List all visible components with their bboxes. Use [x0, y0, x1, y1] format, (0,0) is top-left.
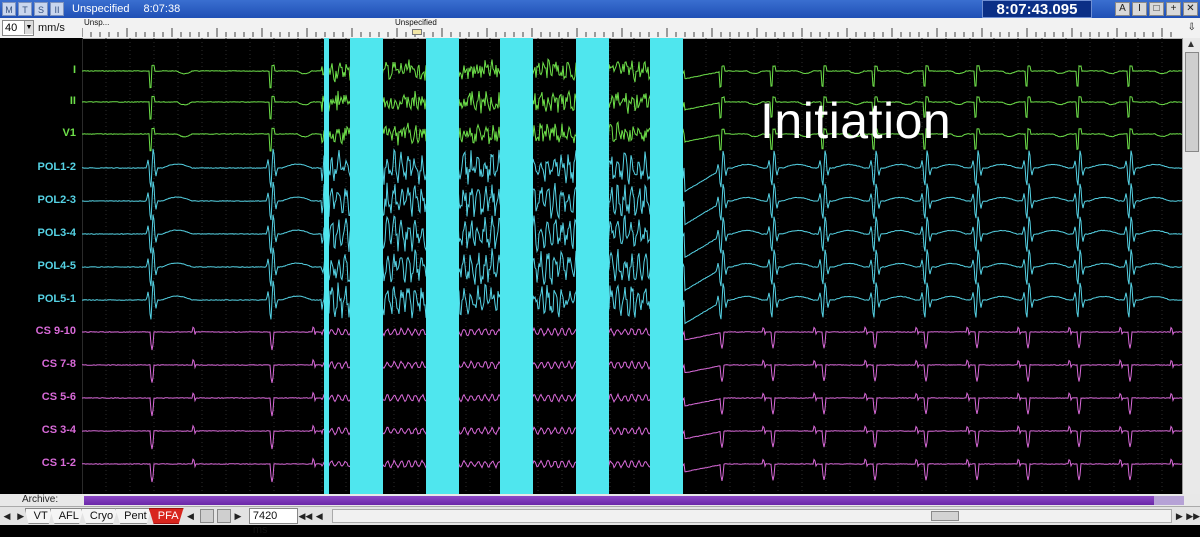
ablation-artifact-band — [426, 38, 459, 494]
signal-trace — [82, 148, 1182, 193]
tab-cryo[interactable]: Cryo — [80, 508, 119, 524]
channel-label[interactable]: CS 1-2 — [42, 457, 76, 469]
channel-label[interactable]: V1 — [63, 127, 76, 139]
tab-pfa[interactable]: PFA — [148, 508, 184, 524]
ablation-artifact-band — [500, 38, 533, 494]
signal-trace — [82, 391, 1182, 417]
ablation-artifact-band — [350, 38, 383, 494]
signal-trace — [82, 280, 1182, 325]
channel-label[interactable]: CS 5-6 — [42, 391, 76, 403]
signal-trace — [82, 89, 1182, 120]
sweep-speed-value: 40 — [5, 22, 18, 34]
rewind-icon[interactable]: ◀◀ — [298, 509, 312, 523]
font-a-button[interactable]: A — [1115, 2, 1130, 16]
horizontal-scroll-thumb[interactable] — [931, 511, 960, 521]
sweep-toolbar: 40 ▼ mm/s Unsp... Unspecified ⇩ — [0, 18, 1200, 39]
channel-label[interactable]: II — [70, 95, 76, 107]
channel-label[interactable]: POL3-4 — [37, 227, 76, 239]
tab-scroll-left-icon[interactable]: ◀ — [0, 509, 14, 523]
channel-label[interactable]: POL5-1 — [37, 293, 76, 305]
channel-label[interactable]: POL1-2 — [37, 161, 76, 173]
channel-labels-panel: I II V1 POL1-2 POL2-3 POL3-4 POL4-5 POL5-1 CS 9-… — [0, 38, 83, 494]
archive-label: Archive: — [22, 494, 59, 505]
signal-trace — [82, 214, 1182, 258]
tab-vt[interactable]: VT — [24, 508, 53, 524]
step-forward-icon[interactable]: ▶ — [1172, 509, 1186, 523]
event-marker-label-center[interactable]: Unspecified — [395, 18, 437, 27]
info-button[interactable]: I — [1132, 2, 1147, 16]
channel-label[interactable]: CS 9-10 — [36, 325, 76, 337]
sweep-speed-unit: mm/s — [38, 22, 65, 34]
signal-trace — [82, 457, 1182, 483]
close-button[interactable]: ✕ — [1183, 2, 1198, 16]
signal-trace — [82, 181, 1182, 226]
event-marker-label[interactable]: Unsp... — [84, 18, 109, 27]
ecg-signal-display[interactable] — [82, 38, 1182, 494]
mode-s-button[interactable]: S — [34, 2, 48, 16]
view-toggle-button[interactable] — [200, 509, 215, 523]
event-marker-flag[interactable] — [412, 29, 422, 35]
ablation-artifact-band — [576, 38, 609, 494]
vertical-scroll-thumb[interactable] — [1185, 52, 1199, 152]
tab-pent[interactable]: Pent — [115, 508, 152, 524]
mode-m-button[interactable]: M — [2, 2, 16, 16]
restore-button[interactable]: □ — [1149, 2, 1164, 16]
signal-trace — [82, 424, 1182, 450]
tab-afl[interactable]: AFL — [49, 508, 84, 524]
signal-trace — [82, 247, 1182, 292]
window-time: 8:07:38 — [143, 3, 181, 15]
live-clock: 8:07:43.095 — [982, 0, 1092, 18]
mode-t-button[interactable]: T — [18, 2, 32, 16]
initiation-annotation: Initiation — [760, 93, 952, 149]
signal-trace — [82, 358, 1182, 383]
time-ruler[interactable] — [82, 28, 1180, 37]
signal-trace — [82, 120, 1182, 152]
bottom-bar: ◀ ▶ VT AFL Cryo Pent PFA ◀ ▶ 7420 ms ◀◀ … — [0, 506, 1200, 536]
window-controls: A I □ + ✕ — [1115, 2, 1198, 16]
signal-trace — [82, 325, 1182, 351]
ablation-artifact-band — [650, 38, 683, 494]
archive-timeline-end[interactable] — [1154, 496, 1184, 505]
step-back-icon[interactable]: ◀ — [312, 509, 326, 523]
fast-forward-icon[interactable]: ▶▶ — [1186, 509, 1200, 523]
chevron-down-icon[interactable]: ▼ — [24, 21, 33, 34]
collapse-arrow-icon[interactable]: ⇩ — [1188, 22, 1196, 33]
channel-label[interactable]: CS 7-8 — [42, 358, 76, 370]
window-title: Unspecified — [72, 3, 130, 15]
ablation-artifact-band — [324, 38, 329, 494]
pause-button[interactable]: II — [50, 2, 64, 16]
duration-display: 7420 ms — [248, 508, 299, 536]
horizontal-scrollbar[interactable] — [332, 509, 1173, 523]
channel-label[interactable]: CS 3-4 — [42, 424, 76, 436]
view-toggle-button-2[interactable] — [217, 509, 232, 523]
next-page-icon[interactable]: ▶ — [231, 509, 245, 523]
archive-row: Archive: — [0, 494, 1200, 506]
channel-label[interactable]: I — [73, 64, 76, 76]
prev-page-icon[interactable]: ◀ — [184, 509, 198, 523]
channel-label[interactable]: POL2-3 — [37, 194, 76, 206]
channel-label[interactable]: POL4-5 — [37, 260, 76, 272]
signal-trace — [82, 58, 1182, 89]
archive-timeline[interactable] — [84, 496, 1154, 505]
move-button[interactable]: + — [1166, 2, 1181, 16]
vertical-scrollbar[interactable]: ▲ — [1182, 38, 1200, 494]
scroll-up-icon[interactable]: ▲ — [1186, 39, 1196, 50]
